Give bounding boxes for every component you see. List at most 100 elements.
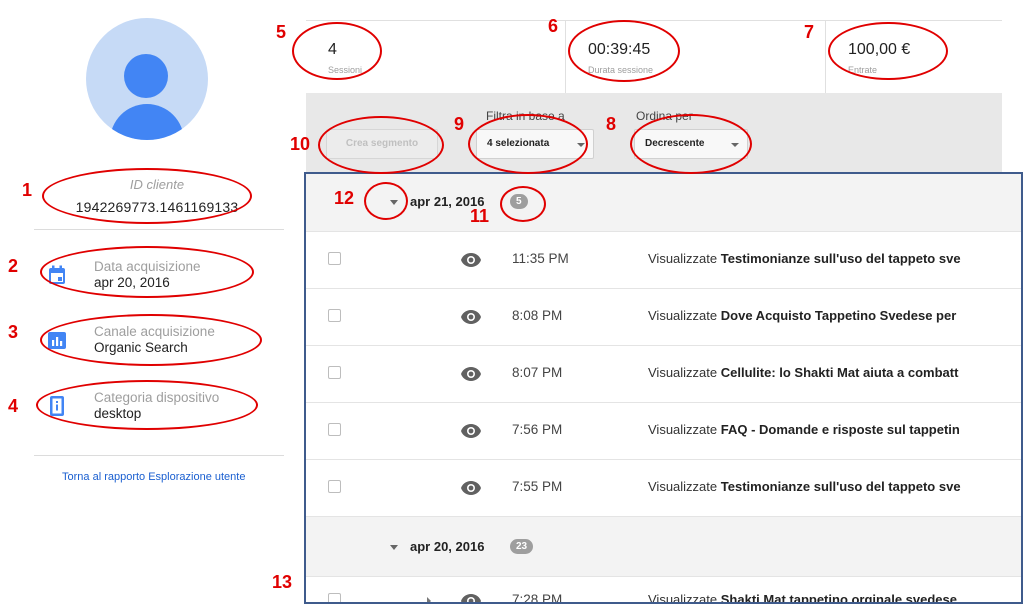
eye-icon (461, 310, 481, 324)
acquisition-channel-row: Canale acquisizione Organic Search (46, 324, 276, 364)
row-checkbox[interactable] (328, 480, 341, 493)
collapse-caret-icon[interactable] (390, 200, 398, 205)
date-group-header[interactable]: apr 21, 2016 5 (306, 174, 1021, 232)
annotation-number: 2 (8, 256, 19, 276)
metric-session-duration-value: 00:39:45 (588, 41, 651, 58)
activity-list: apr 21, 2016 5 11:35 PM Visualizzate Tes… (304, 172, 1023, 604)
activity-entry-row[interactable]: 8:07 PM Visualizzate Cellulite: lo Shakt… (306, 346, 1021, 403)
entry-description: Visualizzate Cellulite: lo Shakti Mat ai… (648, 365, 958, 380)
entry-description: Visualizzate Dove Acquisto Tappetino Sve… (648, 308, 956, 323)
device-category-row: Categoria dispositivo desktop (46, 390, 276, 430)
annotation-number: 8 (606, 114, 617, 134)
metric-session-duration-label: Durata sessione (588, 65, 654, 75)
metric-revenue-label: Entrate (848, 65, 878, 75)
filter-dropdown-value: 4 selezionata (487, 138, 550, 149)
expand-caret-icon[interactable] (427, 597, 431, 602)
annotation-number: 12 (334, 188, 355, 208)
device-category-label: Categoria dispositivo (94, 390, 220, 405)
row-checkbox[interactable] (328, 309, 341, 322)
entry-time: 7:56 PM (512, 422, 563, 437)
date-group-header[interactable]: apr 20, 2016 23 (306, 517, 1021, 577)
entry-page-title: Shakti Mat tappetino orginale svedese (720, 592, 957, 604)
sort-dropdown[interactable]: Decrescente (634, 129, 748, 159)
row-checkbox[interactable] (328, 366, 341, 379)
activity-entry-row[interactable]: 7:56 PM Visualizzate FAQ - Domande e ris… (306, 403, 1021, 460)
acquisition-channel-label: Canale acquisizione (94, 324, 215, 339)
annotation-number: 3 (8, 322, 19, 342)
back-to-user-explorer-link[interactable]: Torna al rapporto Esplorazione utente (62, 471, 245, 483)
entry-description: Visualizzate FAQ - Domande e risposte su… (648, 422, 960, 437)
annotation-number: 4 (8, 396, 19, 416)
group-date: apr 20, 2016 (410, 539, 485, 554)
sidebar-divider (34, 455, 284, 456)
annotation-number: 1 (22, 180, 33, 200)
filter-label: Filtra in base a (486, 109, 565, 123)
entry-page-title: Testimonianze sull'uso del tappeto sve (720, 479, 961, 494)
entry-time: 11:35 PM (512, 251, 569, 266)
user-sidebar: ID cliente 1942269773.1461169133 Data ac… (0, 0, 284, 610)
filter-dropdown[interactable]: 4 selezionata (476, 129, 594, 159)
activity-entry-row[interactable]: 7:28 PM Visualizzate Shakti Mat tappetin… (306, 577, 1021, 604)
acquisition-date-row: Data acquisizione apr 20, 2016 (46, 259, 276, 299)
acquisition-channel-value: Organic Search (94, 340, 188, 355)
create-segment-button[interactable]: Crea segmento (326, 129, 438, 159)
activity-entry-row[interactable]: 7:55 PM Visualizzate Testimonianze sull'… (306, 460, 1021, 517)
eye-icon (461, 424, 481, 438)
metric-revenue: 100,00 € Entrate (826, 21, 1002, 94)
entry-page-title: Cellulite: lo Shakti Mat aiuta a combatt (720, 365, 959, 380)
entry-action: Visualizzate (648, 308, 718, 323)
calendar-icon (49, 265, 65, 284)
sidebar-divider (34, 229, 284, 230)
entry-action: Visualizzate (648, 592, 718, 604)
row-checkbox[interactable] (328, 593, 341, 602)
annotation-number: 5 (276, 22, 287, 42)
eye-icon (461, 594, 481, 602)
device-category-value: desktop (94, 406, 142, 421)
metric-session-duration: 00:39:45 Durata sessione (566, 21, 826, 94)
user-avatar-icon (86, 18, 208, 140)
acquisition-date-value: apr 20, 2016 (94, 275, 170, 290)
sort-label: Ordina per (636, 109, 693, 123)
eye-icon (461, 481, 481, 495)
client-id-label: ID cliente (129, 177, 185, 192)
sort-dropdown-value: Decrescente (645, 138, 705, 149)
entry-description: Visualizzate Testimonianze sull'uso del … (648, 251, 961, 266)
annotation-number: 10 (290, 134, 311, 154)
metric-sessions: 4 Sessioni (306, 21, 566, 94)
chevron-down-icon (577, 143, 585, 147)
entry-page-title: Testimonianze sull'uso del tappeto sve (720, 251, 961, 266)
group-count-badge: 5 (510, 194, 528, 209)
activity-entry-row[interactable]: 8:08 PM Visualizzate Dove Acquisto Tappe… (306, 289, 1021, 346)
bar-chart-icon (48, 332, 66, 349)
entry-time: 7:55 PM (512, 479, 563, 494)
entry-action: Visualizzate (648, 365, 718, 380)
metric-sessions-value: 4 (328, 41, 337, 58)
entry-time: 7:28 PM (512, 592, 563, 604)
entry-action: Visualizzate (648, 479, 718, 494)
eye-icon (461, 253, 481, 267)
entry-page-title: Dove Acquisto Tappetino Svedese per (720, 308, 957, 323)
metric-revenue-value: 100,00 € (848, 41, 911, 58)
entry-description: Visualizzate Testimonianze sull'uso del … (648, 479, 961, 494)
chevron-down-icon (731, 143, 739, 147)
metric-sessions-label: Sessioni (328, 65, 363, 75)
entry-description: Visualizzate Shakti Mat tappetino orgina… (648, 592, 957, 604)
annotation-number: 11 (470, 206, 490, 226)
collapse-caret-icon[interactable] (390, 545, 398, 550)
annotation-number: 9 (454, 114, 465, 134)
entry-time: 8:08 PM (512, 308, 563, 323)
annotation-number: 7 (804, 22, 815, 42)
annotation-number: 6 (548, 16, 559, 36)
activity-toolbar: Crea segmento Filtra in base a 4 selezio… (306, 93, 1002, 173)
entry-action: Visualizzate (648, 422, 718, 437)
eye-icon (461, 367, 481, 381)
metrics-bar: 4 Sessioni 00:39:45 Durata sessione 100,… (306, 20, 1002, 94)
row-checkbox[interactable] (328, 252, 341, 265)
acquisition-date-label: Data acquisizione (94, 259, 201, 274)
entry-action: Visualizzate (648, 251, 718, 266)
device-icon (50, 396, 64, 416)
entry-time: 8:07 PM (512, 365, 563, 380)
client-id-value: 1942269773.1461169133 (75, 199, 239, 215)
row-checkbox[interactable] (328, 423, 341, 436)
activity-entry-row[interactable]: 11:35 PM Visualizzate Testimonianze sull… (306, 232, 1021, 289)
